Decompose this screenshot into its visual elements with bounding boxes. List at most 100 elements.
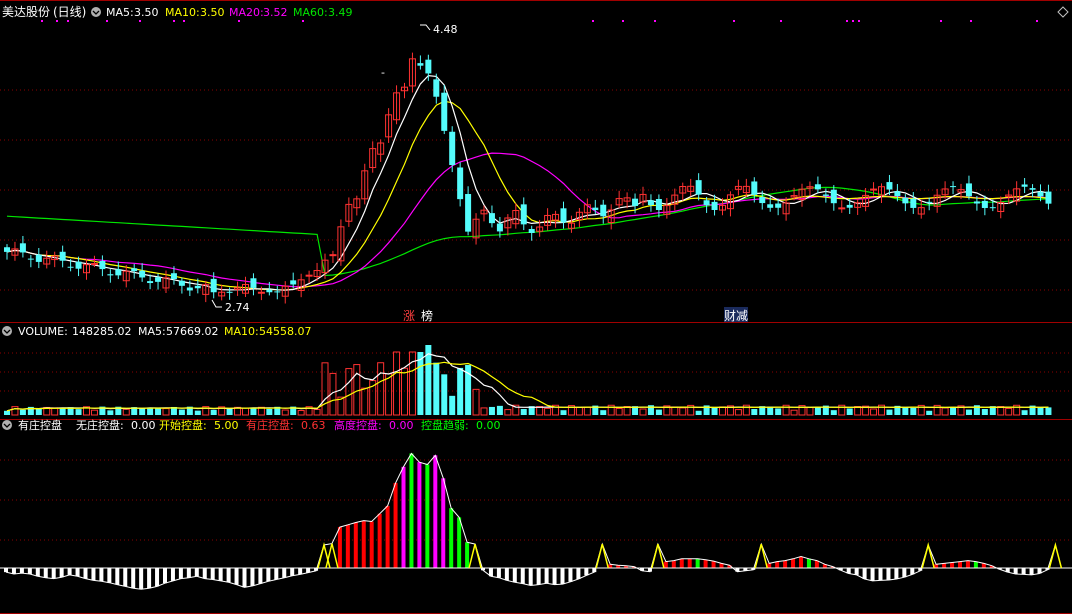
volume-bar [1037, 407, 1044, 415]
candle-body [4, 247, 10, 252]
indicator-bar [226, 568, 231, 583]
settings-circle-icon[interactable] [91, 7, 101, 17]
indicator-bar [385, 505, 390, 568]
indicator-bar [552, 568, 557, 585]
candle-body [711, 201, 718, 210]
volume-bar [870, 408, 878, 416]
indicator-bar [799, 556, 803, 568]
tag-cai[interactable]: 财 [724, 309, 736, 323]
volume-bar [965, 409, 972, 415]
indicator-bar [902, 568, 907, 578]
indicator-bar [155, 568, 160, 587]
indicator-bar [83, 568, 88, 579]
volume-bar [488, 406, 495, 415]
indicator-bar [163, 568, 167, 584]
volume-bar [886, 409, 893, 415]
indicator-bar [942, 563, 947, 568]
dash-marker: - [381, 66, 385, 79]
tag-zhang[interactable]: 涨 [403, 308, 415, 323]
ma60-label: MA60: [293, 6, 328, 19]
indicator-bar [59, 568, 64, 578]
indicator-bar [67, 568, 72, 575]
candle-body [27, 258, 34, 260]
volume-bar [711, 407, 718, 415]
candle-body [989, 207, 996, 209]
signal-dot [56, 20, 58, 22]
volume-bar [926, 410, 933, 415]
indicator-bar [282, 568, 287, 578]
volume-settings-icon[interactable] [2, 326, 12, 336]
candle-body [457, 167, 464, 200]
indicator-bar [870, 568, 875, 581]
ind-item-0-value: 0.00 [131, 419, 156, 432]
volume-value: 148285.02 [72, 325, 132, 338]
candle-body [775, 203, 782, 208]
indicator-bar [123, 568, 128, 587]
indicator-bars [4, 453, 1050, 590]
indicator-bar [186, 568, 191, 578]
indicator-bar [806, 558, 811, 568]
candle-body [425, 59, 432, 74]
indicator-bar [131, 568, 136, 589]
indicator-bar [194, 568, 199, 577]
ind-item-3-label: 高度控盘: [334, 418, 382, 432]
volume-bar [457, 367, 464, 415]
indicator-bar [178, 568, 183, 579]
indicator-bar [568, 568, 573, 582]
indicator-bar [783, 560, 788, 568]
candle-body [902, 197, 909, 204]
ma20-value: 3.52 [263, 6, 288, 19]
candle-body [1045, 191, 1052, 204]
ind-item-2-value: 0.63 [301, 419, 326, 432]
volume-bar [1045, 407, 1052, 415]
volume-bar [297, 410, 305, 416]
candle-body [257, 291, 265, 294]
volume-bar [250, 408, 257, 415]
indicator-bar [504, 568, 509, 581]
signal-dot [173, 20, 175, 22]
start-control-marker [325, 543, 339, 569]
volume-bar [19, 409, 26, 415]
indicator-bar [663, 561, 668, 568]
tag-jian[interactable]: 减 [736, 309, 748, 323]
indicator-bar [147, 568, 152, 589]
indicator-bar [512, 568, 517, 583]
indicator-bar [711, 561, 716, 568]
ma5-value: 3.50 [134, 6, 159, 19]
volume-bar [846, 408, 853, 415]
indicator-bar [91, 568, 96, 581]
signal-dot [1036, 20, 1038, 22]
signal-dot [940, 20, 942, 22]
volume-bar [655, 409, 662, 415]
signal-dot [858, 20, 860, 22]
candle-body [846, 204, 853, 208]
indicator-settings-icon[interactable] [2, 420, 12, 430]
volume-bar [504, 409, 512, 416]
volume-bars [4, 345, 1052, 416]
candle-body [1021, 184, 1028, 187]
indicator-bar [234, 568, 239, 585]
indicator-bar [242, 568, 247, 588]
indicator-bar [210, 568, 215, 580]
indicator-bar [973, 561, 978, 568]
tag-bang[interactable]: 榜 [421, 308, 433, 323]
candle-body [496, 223, 503, 232]
candle-body [520, 204, 527, 225]
signal-dot [302, 20, 304, 22]
ma5-label: MA5: [106, 6, 134, 19]
signal-dot [139, 20, 141, 22]
indicator-bar [425, 464, 430, 568]
ma10-label: MA10: [165, 6, 200, 19]
indicator-bar [250, 568, 255, 586]
volume-bar [981, 409, 988, 415]
volume-bar [472, 388, 480, 416]
candle-body [695, 180, 702, 195]
indicator-bar [894, 568, 899, 580]
volume-bar [902, 406, 909, 415]
indicator-bar [377, 513, 382, 568]
volume-bar [1021, 410, 1028, 415]
candle-body [560, 208, 567, 223]
volume-bar [194, 410, 201, 415]
diamond-icon[interactable] [1057, 6, 1069, 18]
volume-bar [35, 408, 42, 415]
